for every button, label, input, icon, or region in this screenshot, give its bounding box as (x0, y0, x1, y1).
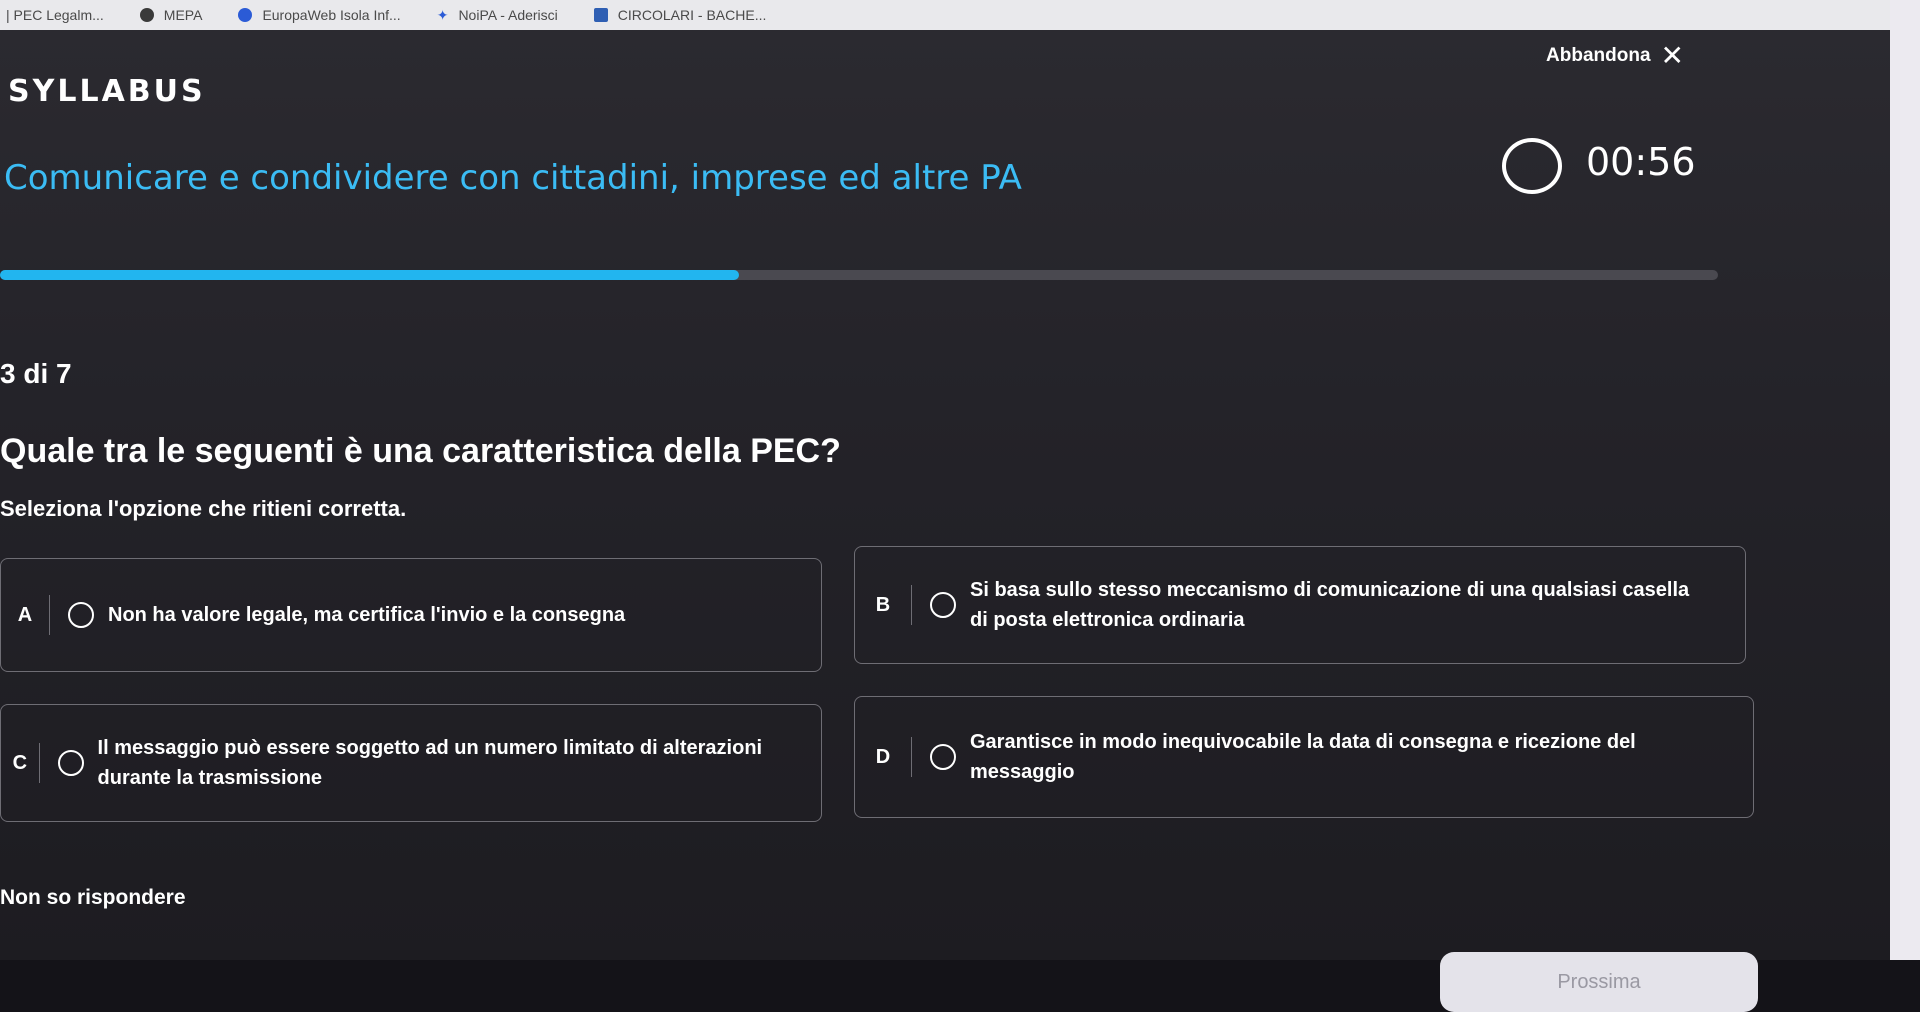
option-divider (49, 595, 50, 635)
option-text: Garantisce in modo inequivocabile la dat… (970, 731, 1636, 783)
radio-icon[interactable] (930, 744, 956, 770)
radio-icon[interactable] (930, 592, 956, 618)
progress-bar (0, 270, 1718, 280)
bookmark-label: MEPA (163, 7, 203, 23)
option-text: Si basa sullo stesso meccanismo di comun… (970, 579, 1690, 631)
abandon-label: Abbandona (1546, 45, 1651, 66)
option-letter: A (17, 603, 33, 626)
option-divider (38, 743, 40, 783)
bookmark-label: CIRCOLARI - BACHE... (617, 7, 767, 23)
close-icon: ✕ (1660, 40, 1684, 71)
question-text: Quale tra le seguenti è una caratteristi… (0, 432, 841, 470)
option-letter: D (875, 745, 891, 768)
timer-ring-icon (1502, 138, 1562, 194)
bookmark-circolari[interactable]: CIRCOLARI - BACHE... (593, 7, 767, 23)
star-icon: ✦ (436, 6, 449, 23)
next-button[interactable]: Prossima (1440, 952, 1758, 1012)
radio-icon[interactable] (68, 602, 94, 628)
option-divider (911, 737, 912, 777)
bookmark-label: EuropaWeb Isola Inf... (262, 7, 401, 23)
bookmark-noipa[interactable]: ✦ NoiPA - Aderisci (437, 7, 558, 24)
question-hint: Seleziona l'opzione che ritieni corretta… (0, 496, 407, 521)
window-edge (1890, 0, 1920, 960)
globe-icon (238, 8, 253, 22)
bookmark-pec[interactable]: | PEC Legalm... (6, 7, 104, 23)
abandon-button[interactable]: Abbandona ✕ (1546, 42, 1684, 70)
option-d[interactable]: D Garantisce in modo inequivocabile la d… (854, 696, 1754, 818)
syllabus-logo: SYLLABUS (8, 74, 206, 109)
bookmark-label: NoiPA - Aderisci (458, 7, 558, 23)
bookmark-mepa[interactable]: MEPA (139, 7, 203, 23)
option-text: Non ha valore legale, ma certifica l'inv… (108, 604, 626, 626)
course-title: Comunicare e condividere con cittadini, … (4, 158, 1022, 198)
dont-know-link[interactable]: Non so rispondere (0, 886, 186, 910)
option-c[interactable]: C Il messaggio può essere soggetto ad un… (0, 704, 822, 822)
question-counter: 3 di 7 (0, 358, 72, 389)
bookmarks-bar: | PEC Legalm... MEPA EuropaWeb Isola Inf… (0, 0, 1920, 30)
option-letter: B (875, 593, 891, 616)
bookmark-europaweb[interactable]: EuropaWeb Isola Inf... (238, 7, 401, 23)
timer-value: 00:56 (1586, 140, 1696, 184)
quiz-page: SYLLABUS Abbandona ✕ Comunicare e condiv… (0, 30, 1890, 1012)
option-a[interactable]: A Non ha valore legale, ma certifica l'i… (0, 558, 822, 672)
option-divider (911, 585, 912, 625)
progress-fill (0, 270, 739, 280)
doc-icon (593, 8, 608, 22)
bookmark-label: | PEC Legalm... (6, 7, 104, 23)
option-b[interactable]: B Si basa sullo stesso meccanismo di com… (854, 546, 1746, 664)
globe-icon (139, 8, 154, 22)
option-letter: C (12, 751, 28, 774)
radio-icon[interactable] (57, 750, 84, 776)
option-text: Il messaggio può essere soggetto ad un n… (97, 737, 763, 789)
